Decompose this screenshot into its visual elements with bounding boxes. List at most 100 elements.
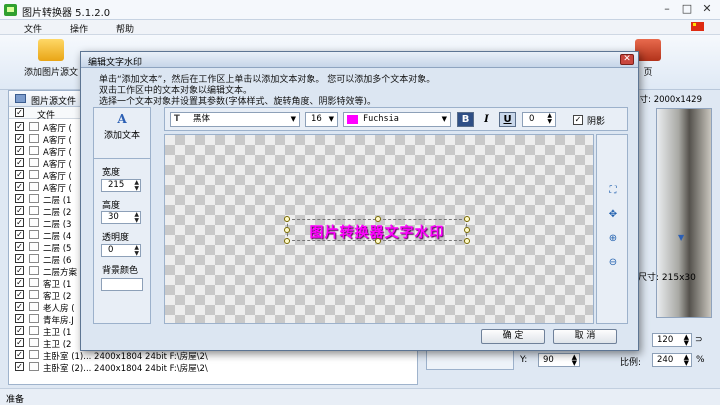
rotation-input[interactable]: 0 ▲ ▼ [522, 112, 556, 127]
app-title: 图片转换器 5.1.2.0 [22, 8, 111, 19]
width-input[interactable]: 215 ▲ ▼ [101, 179, 141, 192]
file-checkbox[interactable]: ✓ [15, 230, 24, 239]
resize-handle[interactable] [284, 227, 290, 233]
language-flag-icon[interactable] [691, 22, 704, 31]
font-name: 黑体 [193, 114, 211, 124]
file-checkbox[interactable]: ✓ [15, 278, 24, 287]
move-icon[interactable]: ✥ [606, 209, 620, 221]
maximize-icon[interactable]: □ [678, 2, 696, 16]
file-checkbox[interactable]: ✓ [15, 302, 24, 311]
file-checkbox[interactable]: ✓ [15, 158, 24, 167]
file-checkbox[interactable]: ✓ [15, 350, 24, 359]
color-caret-icon: ▼ [441, 115, 447, 123]
opacity-spin-icon[interactable]: ▲ ▼ [134, 245, 139, 257]
y-label: Y: [520, 355, 528, 365]
scroll-down-icon[interactable]: ▼ [678, 233, 684, 242]
file-checkbox[interactable]: ✓ [15, 314, 24, 323]
zoom-out-icon[interactable]: ⊖ [606, 257, 620, 269]
resize-handle[interactable] [284, 216, 290, 222]
image-list-icon [15, 94, 26, 103]
bg-color-swatch[interactable] [101, 278, 143, 291]
hint-line-3: 选择一个文本对象并设置其参数(字体样式、旋转角度、阴影特效等)。 [99, 97, 377, 107]
scale-label: 比例: [620, 358, 642, 368]
spin-arrows-icon[interactable]: ▲ ▼ [684, 334, 689, 347]
file-checkbox[interactable]: ✓ [15, 266, 24, 275]
image-file-icon [29, 290, 39, 299]
offset-value: 120 [657, 335, 674, 345]
file-checkbox[interactable]: ✓ [15, 170, 24, 179]
image-file-icon [29, 266, 39, 275]
file-checkbox[interactable]: ✓ [15, 338, 24, 347]
fit-view-icon[interactable]: ⛶ [606, 185, 620, 197]
file-checkbox[interactable]: ✓ [15, 206, 24, 215]
image-file-icon [29, 134, 39, 143]
select-all-checkbox[interactable]: ✓ [15, 108, 24, 117]
file-column-label: 文件 [37, 111, 56, 121]
resize-handle[interactable] [375, 238, 381, 244]
file-checkbox[interactable]: ✓ [15, 134, 24, 143]
percent-sign: % [696, 355, 705, 365]
add-text-label: 添加文本 [103, 131, 140, 141]
bold-button[interactable]: B [457, 112, 474, 127]
cancel-button[interactable]: 取 消 [553, 329, 617, 344]
image-file-icon [29, 338, 39, 347]
minimize-icon[interactable]: – [658, 2, 676, 16]
dialog-title: 编辑文字水印 [88, 58, 143, 68]
file-row[interactable]: ✓ 主卧室 (2)... 2400x1804 24bit F:\房屋\2\ [9, 361, 417, 374]
file-checkbox[interactable]: ✓ [15, 362, 24, 371]
add-image-source-button[interactable]: 添加图片源文 [18, 39, 84, 78]
width-label: 宽度 [102, 168, 121, 178]
offset-input[interactable]: 120 ▲ ▼ [652, 333, 692, 347]
dialog-close-icon[interactable]: ✕ [620, 54, 634, 65]
zoom-in-icon[interactable]: ⊕ [606, 233, 620, 245]
menu-help[interactable]: 帮助 [116, 22, 134, 35]
file-checkbox[interactable]: ✓ [15, 290, 24, 299]
shadow-checkbox[interactable]: ✓ [573, 115, 583, 125]
height-input[interactable]: 30 ▲ ▼ [101, 211, 141, 224]
file-checkbox[interactable]: ✓ [15, 146, 24, 155]
font-size-dropdown[interactable]: 16 ▼ [305, 112, 338, 127]
watermark-canvas[interactable]: 图片转换器文字水印 [164, 134, 594, 324]
y-input[interactable]: 90 ▲ ▼ [538, 353, 580, 367]
resize-handle[interactable] [284, 238, 290, 244]
page-label: 页 [643, 68, 653, 78]
lock-icon[interactable]: ⊃ [695, 335, 703, 345]
resize-handle[interactable] [464, 216, 470, 222]
resize-handle[interactable] [375, 216, 381, 222]
file-checkbox[interactable]: ✓ [15, 194, 24, 203]
color-dropdown[interactable]: Fuchsia ▼ [343, 112, 451, 127]
text-object[interactable]: 图片转换器文字水印 [284, 216, 470, 244]
y-value: 90 [543, 355, 554, 365]
dialog-title-bar: 编辑文字水印 ✕ [81, 52, 638, 68]
font-dropdown[interactable]: T 黑体 ▼ [170, 112, 300, 127]
scale-input[interactable]: 240 ▲ ▼ [652, 353, 692, 367]
image-file-icon [29, 194, 39, 203]
file-checkbox[interactable]: ✓ [15, 242, 24, 251]
file-checkbox[interactable]: ✓ [15, 182, 24, 191]
resize-handle[interactable] [464, 227, 470, 233]
width-spin-icon[interactable]: ▲ ▼ [134, 180, 139, 192]
menu-operate[interactable]: 操作 [70, 22, 88, 35]
y-spin-icon[interactable]: ▲ ▼ [572, 354, 577, 367]
opacity-label: 透明度 [102, 233, 130, 243]
shadow-label: 阴影 [587, 117, 606, 127]
italic-button[interactable]: I [478, 112, 495, 127]
watermark-size-label: 尺寸: 215x30 [638, 273, 696, 283]
resize-handle[interactable] [464, 238, 470, 244]
add-text-button[interactable]: A 添加文本 [94, 112, 150, 141]
canvas-tools: ⛶ ✥ ⊕ ⊖ [596, 134, 628, 324]
menu-file-label[interactable]: 文件 [24, 22, 42, 35]
scale-spin-icon[interactable]: ▲ ▼ [684, 354, 689, 367]
file-checkbox[interactable]: ✓ [15, 122, 24, 131]
ok-button[interactable]: 确 定 [481, 329, 545, 344]
file-checkbox[interactable]: ✓ [15, 326, 24, 335]
bg-color-label: 背景颜色 [102, 266, 139, 276]
opacity-input[interactable]: 0 ▲ ▼ [101, 244, 141, 257]
height-spin-icon[interactable]: ▲ ▼ [134, 212, 139, 224]
underline-button[interactable]: U [499, 112, 516, 127]
file-checkbox[interactable]: ✓ [15, 254, 24, 263]
close-icon[interactable]: ✕ [698, 2, 716, 16]
rotation-spin-icon[interactable]: ▲ ▼ [547, 113, 552, 125]
image-file-icon [29, 302, 39, 311]
file-checkbox[interactable]: ✓ [15, 218, 24, 227]
